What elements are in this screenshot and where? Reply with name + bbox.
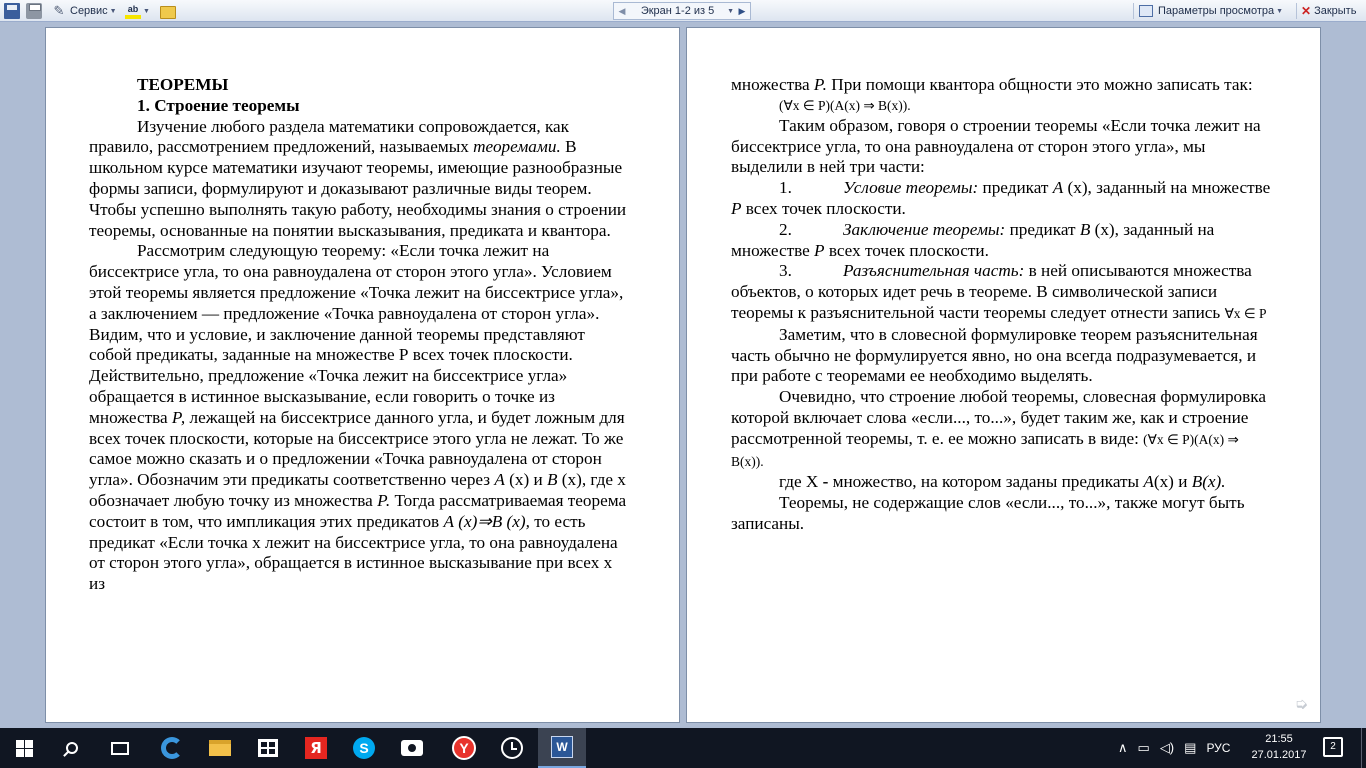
chevron-down-icon: ▼	[109, 7, 117, 15]
clock-date: 27.01.2017	[1251, 749, 1307, 761]
task-view-icon	[111, 741, 129, 755]
task-view-button[interactable]	[96, 728, 144, 768]
chevron-down-icon[interactable]: ▼	[727, 8, 734, 15]
highlighter-icon: ab	[125, 3, 141, 19]
volume-icon[interactable]: ◁)	[1160, 740, 1174, 756]
store-icon	[258, 739, 278, 757]
language-indicator[interactable]: РУС	[1206, 741, 1230, 755]
toolbar-divider	[1133, 3, 1134, 19]
store-taskbar-button[interactable]	[244, 728, 292, 768]
search-button[interactable]	[48, 728, 96, 768]
view-options-button[interactable]: Параметры просмотра ▼	[1139, 2, 1283, 20]
page-left-text: ТЕОРЕМЫ 1. Строение теоремы Изучение люб…	[89, 75, 629, 595]
folder-icon	[209, 740, 231, 756]
show-hidden-icons-icon[interactable]: ∧	[1118, 740, 1128, 756]
paragraph: множества Р. При помощи квантора общност…	[731, 75, 1253, 94]
view-options-label: Параметры просмотра	[1158, 5, 1275, 17]
camera-icon	[401, 740, 423, 756]
paragraph: Рассмотрим следующую теорему: «Если точк…	[89, 241, 627, 594]
explorer-taskbar-button[interactable]	[196, 728, 244, 768]
paragraph: Теоремы, не содержащие слов «если..., то…	[731, 493, 1245, 533]
close-label: Закрыть	[1314, 5, 1357, 17]
show-desktop-button[interactable]	[1361, 728, 1366, 768]
print-button[interactable]	[26, 2, 42, 20]
camera-taskbar-button[interactable]	[388, 728, 436, 768]
list-item: 2. Заключение теоремы: предикат В (х), за…	[731, 219, 1215, 260]
formula: (∀x ∈ P)(A(x) ⇒ B(x)).	[779, 97, 911, 113]
chevron-down-icon: ▼	[143, 7, 150, 15]
word-icon: W	[551, 736, 573, 758]
page-left: ТЕОРЕМЫ 1. Строение теоремы Изучение люб…	[45, 27, 680, 723]
prev-screen-icon[interactable]: ◀	[614, 6, 630, 17]
windows-logo-icon	[15, 739, 33, 757]
paragraph: Заметим, что в словесной формулировке те…	[731, 324, 1258, 386]
chevron-down-icon: ▼	[1276, 7, 1284, 15]
skype-taskbar-button[interactable]: S	[340, 728, 388, 768]
word-taskbar-button[interactable]: W	[538, 728, 586, 768]
alarm-clock-icon	[501, 737, 523, 759]
toolbar-divider	[1296, 3, 1297, 19]
yandex-icon: Я	[305, 737, 327, 759]
paragraph: Очевидно, что строение любой теоремы, сл…	[731, 387, 1266, 469]
edge-icon	[161, 737, 183, 759]
save-icon	[4, 3, 20, 19]
tools-menu-button[interactable]: ✎ Сервис ▼	[51, 2, 117, 20]
edge-taskbar-button[interactable]	[148, 728, 196, 768]
network-icon[interactable]: ▤	[1184, 740, 1196, 756]
comment-button[interactable]	[160, 2, 176, 20]
screen-pager: ◀ Экран 1-2 из 5 ▼ ▶	[613, 2, 751, 20]
folder-icon	[160, 5, 176, 19]
list-item: 3. Разъяснительная часть: в ней описывают…	[731, 261, 1267, 322]
yandex-browser-icon: Y	[452, 736, 476, 760]
battery-icon[interactable]: ▭	[1138, 740, 1150, 756]
view-options-icon	[1139, 5, 1153, 17]
yandex-browser-taskbar-button[interactable]: Y	[440, 728, 488, 768]
reading-toolbar: ✎ Сервис ▼ ab ▼ ◀ Экран 1-2 из 5 ▼ ▶ Пар…	[0, 0, 1366, 22]
yandex-taskbar-button[interactable]: Я	[292, 728, 340, 768]
close-icon: ✕	[1301, 4, 1312, 18]
alarms-taskbar-button[interactable]	[488, 728, 536, 768]
section-heading: 1. Строение теоремы	[137, 95, 300, 115]
clock[interactable]: 21:55 27.01.2017	[1248, 731, 1310, 763]
paragraph: Изучение любого раздела математики сопро…	[89, 116, 627, 240]
skype-icon: S	[353, 737, 375, 759]
tools-menu-label: Сервис	[70, 5, 108, 17]
paragraph: где X - множество, на котором заданы пре…	[779, 472, 1226, 492]
next-screen-icon[interactable]: ▶	[734, 6, 750, 17]
page-right: множества Р. При помощи квантора общност…	[686, 27, 1321, 723]
document-title: ТЕОРЕМЫ	[137, 75, 229, 94]
print-icon	[26, 3, 42, 19]
notification-center-button[interactable]: 2	[1323, 737, 1343, 757]
list-item: 1. Условие теоремы: предикат А (х), задан…	[731, 178, 1271, 218]
save-button[interactable]	[4, 2, 20, 20]
search-icon	[66, 742, 78, 754]
page-right-text: множества Р. При помощи квантора общност…	[731, 75, 1271, 535]
pager-text[interactable]: Экран 1-2 из 5	[630, 5, 725, 17]
next-page-arrow-icon[interactable]: ➭	[1295, 694, 1308, 714]
close-button[interactable]: ✕ Закрыть	[1301, 2, 1356, 20]
start-button[interactable]	[0, 728, 48, 768]
highlight-button[interactable]: ab ▼	[125, 2, 150, 20]
tools-icon: ✎	[53, 3, 65, 18]
paragraph: Таким образом, говоря о строении теоремы…	[731, 115, 1261, 177]
system-tray: ∧ ▭ ◁) ▤ РУС	[1118, 728, 1230, 768]
clock-time: 21:55	[1265, 733, 1293, 745]
taskbar: Я S Y W ∧ ▭ ◁) ▤ РУС 21:55 27.01.2017 2	[0, 728, 1366, 768]
